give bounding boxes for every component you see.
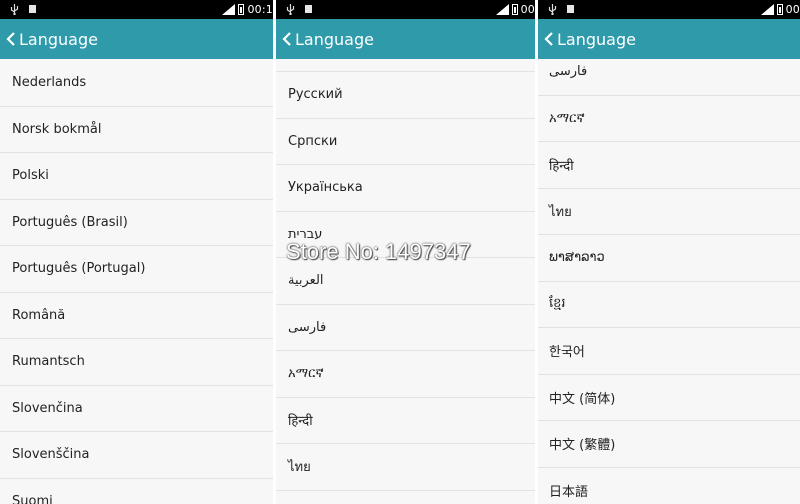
usb-icon [10, 4, 19, 15]
language-item[interactable]: Русский [276, 72, 535, 119]
language-item[interactable]: فارسی [276, 305, 535, 351]
language-item[interactable]: አማርኛ [538, 96, 800, 142]
language-item[interactable]: 中文 (简体) [538, 375, 800, 421]
settings-screen-1: 00:1 Language Nederlands Norsk bokmål Po… [0, 0, 273, 504]
battery-icon [776, 4, 783, 15]
page-title: Language [19, 29, 98, 49]
language-item[interactable]: Română [0, 293, 273, 339]
language-list[interactable]: فارسی አማርኛ हिन्दी ไทย ພາສາລາວ ខ្មែរ 한국어 … [538, 49, 800, 504]
notification-image-icon [567, 5, 574, 13]
language-item[interactable]: हिन्दी [276, 398, 535, 444]
back-button[interactable]: Language [0, 19, 98, 59]
chevron-left-icon [6, 32, 15, 46]
language-item[interactable]: Polski [0, 153, 273, 200]
language-item[interactable]: Norsk bokmål [0, 107, 273, 153]
battery-icon [238, 4, 245, 15]
page-title: Language [295, 29, 374, 49]
language-item[interactable]: Português (Brasil) [0, 200, 273, 246]
language-item[interactable]: Rumantsch [0, 339, 273, 386]
language-item[interactable]: ພາສາລາວ [538, 235, 800, 282]
language-list[interactable]: Nederlands Norsk bokmål Polski Português… [0, 60, 273, 504]
language-item[interactable]: 한국어 [538, 328, 800, 375]
language-item[interactable]: العربية [276, 258, 535, 305]
signal-icon [495, 4, 509, 15]
settings-screen-3: 00 Language فارسی አማርኛ हिन्दी ไทย ພາສາລາ… [538, 0, 800, 504]
usb-icon [286, 4, 295, 15]
status-bar: 00:1 [0, 0, 273, 19]
language-item[interactable]: Slovenčina [0, 386, 273, 432]
chevron-left-icon [282, 32, 291, 46]
language-item[interactable]: Suomi [0, 479, 273, 504]
status-indicators: 00 [495, 0, 535, 19]
clock: 00:1 [247, 3, 273, 16]
notification-image-icon [29, 5, 36, 13]
usb-icon [548, 4, 557, 15]
page-title: Language [557, 29, 636, 49]
language-item[interactable]: 中文 (繁體) [538, 421, 800, 468]
clock: 00 [520, 3, 535, 16]
signal-icon [222, 4, 236, 15]
language-item[interactable]: Українська [276, 165, 535, 212]
language-item[interactable]: हिन्दी [538, 142, 800, 189]
language-item[interactable]: עברית [276, 212, 535, 258]
language-item[interactable]: Српски [276, 119, 535, 165]
language-item[interactable]: ไทย [538, 189, 800, 235]
battery-icon [511, 4, 518, 15]
language-item[interactable]: Slovenščina [0, 432, 273, 479]
settings-screen-2: 00 Language Русский Српски Українська עב… [276, 0, 535, 504]
language-item[interactable]: فارسی [538, 49, 800, 96]
status-indicators: 00:1 [222, 0, 273, 19]
status-bar: 00 [538, 0, 800, 19]
language-item[interactable]: Nederlands [0, 60, 273, 107]
language-item[interactable]: 日本語 [538, 468, 800, 504]
status-indicators: 00 [760, 0, 800, 19]
language-item[interactable]: Português (Portugal) [0, 246, 273, 293]
clock: 00 [785, 3, 800, 16]
notification-image-icon [305, 5, 312, 13]
action-bar: Language [276, 19, 535, 59]
language-item[interactable]: ខ្មែរ [538, 282, 800, 328]
signal-icon [760, 4, 774, 15]
language-item[interactable]: ไทย [276, 444, 535, 491]
language-item[interactable]: አማርኛ [276, 351, 535, 398]
language-list[interactable]: Русский Српски Українська עברית العربية … [276, 71, 535, 504]
status-bar: 00 [276, 0, 535, 19]
action-bar: Language [0, 19, 273, 59]
chevron-left-icon [544, 32, 553, 46]
back-button[interactable]: Language [276, 19, 374, 59]
